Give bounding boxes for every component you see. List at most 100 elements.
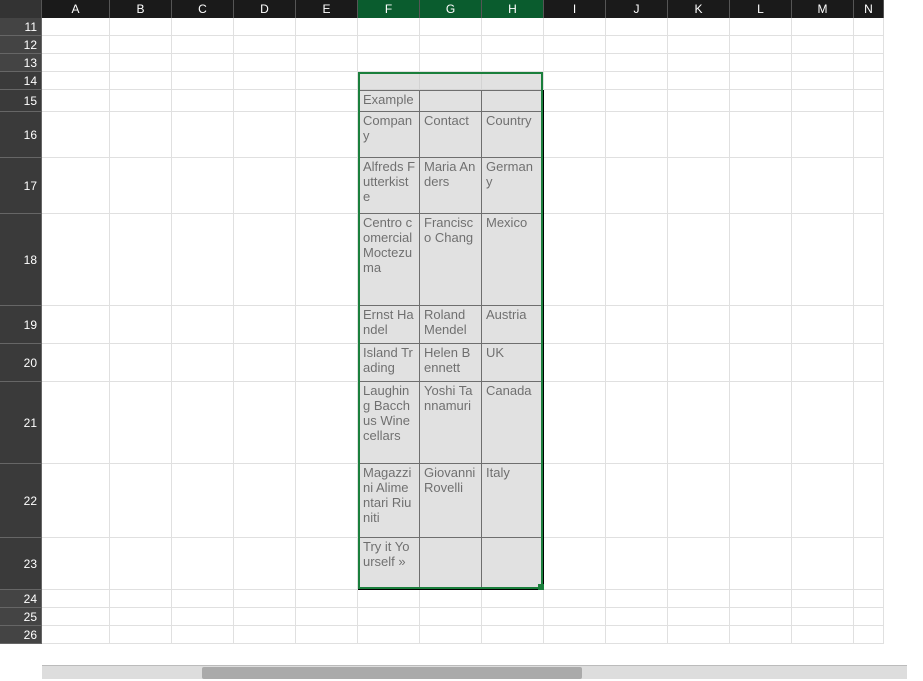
cell-D16[interactable] [234,112,296,158]
cell-F18[interactable]: Centro comercial Moctezuma [358,214,420,306]
cell-C14[interactable] [172,72,234,90]
cell-F20[interactable]: Island Trading [358,344,420,382]
cell-E23[interactable] [296,538,358,590]
cell-I23[interactable] [544,538,606,590]
cell-E19[interactable] [296,306,358,344]
cell-N14[interactable] [854,72,884,90]
cell-L11[interactable] [730,18,792,36]
row-header-24[interactable]: 24 [0,590,42,608]
cell-I17[interactable] [544,158,606,214]
cell-J11[interactable] [606,18,668,36]
cell-K24[interactable] [668,590,730,608]
select-all-corner[interactable] [0,0,42,18]
cell-H13[interactable] [482,54,544,72]
cell-K17[interactable] [668,158,730,214]
cell-J19[interactable] [606,306,668,344]
cell-N13[interactable] [854,54,884,72]
cell-C25[interactable] [172,608,234,626]
cell-J25[interactable] [606,608,668,626]
column-header-I[interactable]: I [544,0,606,18]
cell-E20[interactable] [296,344,358,382]
cell-A24[interactable] [42,590,110,608]
cell-N20[interactable] [854,344,884,382]
cell-B12[interactable] [110,36,172,54]
cell-F16[interactable]: Company [358,112,420,158]
cell-L13[interactable] [730,54,792,72]
cell-J22[interactable] [606,464,668,538]
cell-D20[interactable] [234,344,296,382]
cell-J12[interactable] [606,36,668,54]
cell-I12[interactable] [544,36,606,54]
cell-E26[interactable] [296,626,358,644]
cell-J15[interactable] [606,90,668,112]
cell-L17[interactable] [730,158,792,214]
cell-I25[interactable] [544,608,606,626]
cell-M12[interactable] [792,36,854,54]
cell-G23[interactable] [420,538,482,590]
cell-D11[interactable] [234,18,296,36]
cell-D22[interactable] [234,464,296,538]
cell-H23[interactable] [482,538,544,590]
cell-A20[interactable] [42,344,110,382]
cell-I20[interactable] [544,344,606,382]
cell-A14[interactable] [42,72,110,90]
cell-B20[interactable] [110,344,172,382]
column-header-M[interactable]: M [792,0,854,18]
column-header-K[interactable]: K [668,0,730,18]
cell-B22[interactable] [110,464,172,538]
row-header-25[interactable]: 25 [0,608,42,626]
cell-J13[interactable] [606,54,668,72]
cell-G17[interactable]: Maria Anders [420,158,482,214]
cell-G15[interactable] [420,90,482,112]
cell-H15[interactable] [482,90,544,112]
cell-K11[interactable] [668,18,730,36]
cell-G22[interactable]: Giovanni Rovelli [420,464,482,538]
cell-L18[interactable] [730,214,792,306]
cell-F23[interactable]: Try it Yourself » [358,538,420,590]
row-header-23[interactable]: 23 [0,538,42,590]
cell-C13[interactable] [172,54,234,72]
cell-A26[interactable] [42,626,110,644]
cell-B16[interactable] [110,112,172,158]
cell-L25[interactable] [730,608,792,626]
cell-I21[interactable] [544,382,606,464]
cell-E14[interactable] [296,72,358,90]
cell-K22[interactable] [668,464,730,538]
cell-C15[interactable] [172,90,234,112]
cell-C26[interactable] [172,626,234,644]
cell-M21[interactable] [792,382,854,464]
row-header-17[interactable]: 17 [0,158,42,214]
row-header-12[interactable]: 12 [0,36,42,54]
cell-A21[interactable] [42,382,110,464]
cell-L24[interactable] [730,590,792,608]
cell-D14[interactable] [234,72,296,90]
cell-A16[interactable] [42,112,110,158]
cell-G20[interactable]: Helen Bennett [420,344,482,382]
cell-G24[interactable] [420,590,482,608]
cell-B23[interactable] [110,538,172,590]
cell-N12[interactable] [854,36,884,54]
cell-N25[interactable] [854,608,884,626]
cell-B17[interactable] [110,158,172,214]
cell-F13[interactable] [358,54,420,72]
cell-I24[interactable] [544,590,606,608]
column-header-B[interactable]: B [110,0,172,18]
cell-B14[interactable] [110,72,172,90]
cell-H24[interactable] [482,590,544,608]
cell-A12[interactable] [42,36,110,54]
cell-L23[interactable] [730,538,792,590]
cell-B13[interactable] [110,54,172,72]
row-header-18[interactable]: 18 [0,214,42,306]
cell-A23[interactable] [42,538,110,590]
cell-D26[interactable] [234,626,296,644]
cell-E17[interactable] [296,158,358,214]
cell-H19[interactable]: Austria [482,306,544,344]
cell-E13[interactable] [296,54,358,72]
cell-K23[interactable] [668,538,730,590]
column-header-C[interactable]: C [172,0,234,18]
row-header-20[interactable]: 20 [0,344,42,382]
cell-K19[interactable] [668,306,730,344]
cell-M16[interactable] [792,112,854,158]
column-header-H[interactable]: H [482,0,544,18]
column-header-L[interactable]: L [730,0,792,18]
